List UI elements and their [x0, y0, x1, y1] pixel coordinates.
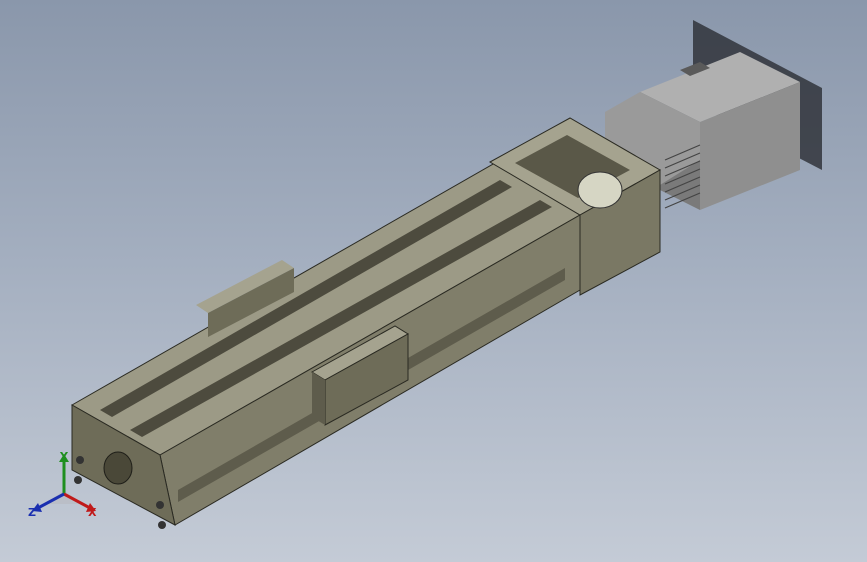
- axis-triad[interactable]: Y X Z: [24, 446, 104, 526]
- rail-housing[interactable]: [70, 162, 581, 529]
- actuator-model[interactable]: [0, 0, 867, 562]
- carriage-front: [312, 372, 325, 425]
- end-bolt-1: [156, 501, 164, 509]
- x-axis-label: X: [88, 506, 97, 519]
- z-axis-label: Z: [28, 506, 36, 519]
- y-axis-label: Y: [60, 450, 68, 463]
- 3d-viewport[interactable]: Y X Z: [0, 0, 867, 562]
- end-bore-hole: [103, 451, 133, 485]
- end-bolt-2: [158, 521, 166, 529]
- coupling-bore: [577, 171, 623, 209]
